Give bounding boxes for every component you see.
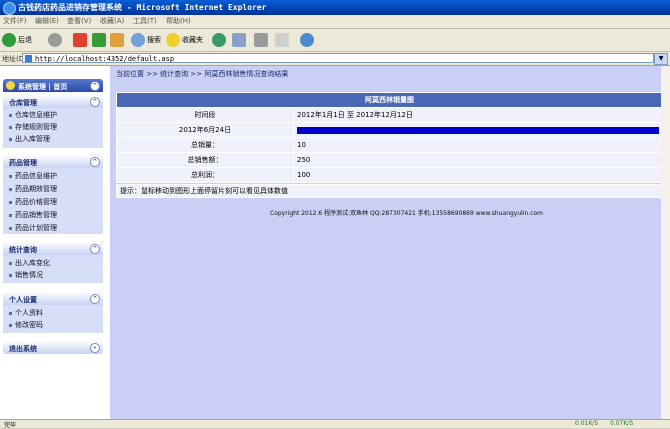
main-content: 当前位置 >> 统计查询 >> 阿莫西林销售情况查询结果 阿莫西林销量图 时间段… (110, 66, 670, 419)
scrollbar[interactable] (661, 66, 670, 419)
table-header-row: 阿莫西林销量图 (116, 92, 663, 108)
address-bar: 地址(D) http://localhost:4352/default.asp … (0, 52, 670, 66)
sidebar-top-title[interactable]: 系统管理 | 首页 (18, 82, 67, 92)
browser-viewport: 系统管理 | 首页 ^ 仓库管理 ^ 仓库信息维护 存储规则管理 出入库管理 药… (0, 66, 670, 419)
breadcrumb: 当前位置 >> 统计查询 >> 阿莫西林销售情况查询结果 (116, 70, 289, 78)
messenger-button[interactable] (300, 32, 316, 48)
mail-button[interactable] (232, 32, 248, 48)
sales-bar[interactable] (297, 126, 659, 134)
messenger-icon (300, 33, 314, 47)
table-row: 总销售额： 250 (116, 152, 663, 168)
group-header-drugs: 药品管理 ^ (3, 155, 103, 168)
row-value (293, 122, 663, 138)
sidebar-item-sales-report[interactable]: 销售情况 (9, 270, 43, 280)
history-icon (212, 33, 226, 47)
page-icon (25, 55, 32, 62)
menu-favorites[interactable]: 收藏(A) (100, 16, 124, 26)
ie-logo-icon (3, 2, 16, 15)
stop-button[interactable] (73, 32, 89, 48)
menu-tools[interactable]: 工具(T) (133, 16, 157, 26)
table-row: 时间段 2012年1月1日 至 2012年12月12日 (116, 107, 663, 123)
group-header-personal: 个人设置 ^ (3, 292, 103, 305)
star-icon (166, 33, 180, 47)
group-body-stats: 出入库变化 销售情况 (3, 255, 103, 283)
sidebar-item-drug-plan[interactable]: 药品计划管理 (9, 223, 57, 233)
net-up-speed: 0.07K/S (610, 420, 634, 427)
group-body-warehouse: 仓库信息维护 存储规则管理 出入库管理 (3, 108, 103, 148)
net-down-speed: 0.01K/S (575, 420, 599, 427)
favorites-button[interactable]: 收藏夹 (166, 32, 203, 48)
sidebar-item-storage-rules[interactable]: 存储规则管理 (9, 122, 57, 132)
home-button[interactable] (110, 32, 126, 48)
collapse-icon[interactable]: ^ (90, 294, 100, 304)
sidebar-item-drug-info[interactable]: 药品信息维护 (9, 171, 57, 181)
collapse-icon[interactable]: ^ (90, 97, 100, 107)
status-text: 完毕 (4, 422, 17, 429)
collapse-icon[interactable]: ^ (90, 157, 100, 167)
search-button[interactable]: 搜索 (131, 32, 161, 48)
row-value: 2012年1月1日 至 2012年12月12日 (293, 107, 663, 123)
history-button[interactable] (212, 32, 228, 48)
print-button[interactable] (254, 32, 270, 48)
edit-icon (275, 33, 289, 47)
table-title: 阿莫西林销量图 (116, 92, 663, 108)
group-body-personal: 个人资料 修改密码 (3, 305, 103, 333)
refresh-button[interactable] (92, 32, 108, 48)
logout-link[interactable]: 退出系统 (9, 344, 37, 354)
menu-file[interactable]: 文件(F) (3, 16, 27, 26)
sidebar-item-drug-sales[interactable]: 药品销售管理 (9, 210, 57, 220)
table-row: 总销量： 10 (116, 137, 663, 153)
logout-bar[interactable]: 退出系统 « (3, 341, 103, 354)
row-label: 总销售额： (116, 152, 294, 168)
table-row: 总利润： 100 (116, 167, 663, 183)
window-title: 古钱药店药品进销存管理系统 - Microsoft Internet Explo… (18, 3, 267, 12)
double-chevron-icon[interactable]: « (90, 343, 100, 353)
sidebar-item-change-password[interactable]: 修改密码 (9, 320, 43, 330)
sales-report-table: 阿莫西林销量图 时间段 2012年1月1日 至 2012年12月12日 2012… (116, 92, 663, 183)
row-value: 100 (293, 167, 663, 183)
row-label: 时间段 (116, 107, 294, 123)
forward-button[interactable] (48, 32, 64, 48)
sidebar-item-inout[interactable]: 出入库管理 (9, 134, 50, 144)
table-row: 2012年6月24日 (116, 122, 663, 138)
sidebar-top-header: 系统管理 | 首页 ^ (3, 79, 103, 92)
group-body-drugs: 药品信息维护 药品期效管理 药品价格管理 药品销售管理 药品计划管理 (3, 168, 103, 234)
window-title-bar: 古钱药店药品进销存管理系统 - Microsoft Internet Explo… (0, 0, 670, 15)
search-icon (131, 33, 145, 47)
row-value: 250 (293, 152, 663, 168)
address-dropdown-button[interactable]: ▼ (654, 53, 668, 65)
group-header-stats: 统计查询 ^ (3, 242, 103, 255)
back-arrow-icon (2, 33, 16, 47)
menu-edit[interactable]: 编辑(E) (35, 16, 59, 26)
sidebar-item-profile[interactable]: 个人资料 (9, 308, 43, 318)
menu-view[interactable]: 查看(V) (67, 16, 91, 26)
row-label: 2012年6月24日 (116, 122, 294, 138)
mail-icon (232, 33, 246, 47)
sidebar-item-drug-price[interactable]: 药品价格管理 (9, 197, 57, 207)
print-icon (254, 33, 268, 47)
tip-text: 提示：鼠标移动到图形上面停留片刻可以看见具体数值 (116, 184, 663, 198)
address-input[interactable]: http://localhost:4352/default.asp (22, 53, 654, 63)
menu-bar: 文件(F) 编辑(E) 查看(V) 收藏(A) 工具(T) 帮助(H) (0, 15, 670, 29)
check-icon (6, 81, 15, 90)
sidebar-item-drug-expiry[interactable]: 药品期效管理 (9, 184, 57, 194)
row-value: 10 (293, 137, 663, 153)
row-label: 总利润： (116, 167, 294, 183)
sidebar-item-inout-changes[interactable]: 出入库变化 (9, 258, 50, 268)
refresh-icon (92, 33, 106, 47)
menu-help[interactable]: 帮助(H) (166, 16, 191, 26)
back-button[interactable]: 后退 (2, 32, 32, 48)
stop-icon (73, 33, 87, 47)
group-header-warehouse: 仓库管理 ^ (3, 95, 103, 108)
edit-button[interactable] (275, 32, 291, 48)
collapse-icon[interactable]: ^ (90, 244, 100, 254)
sidebar-item-warehouse-info[interactable]: 仓库信息维护 (9, 110, 57, 120)
forward-arrow-icon (48, 33, 62, 47)
collapse-icon[interactable]: ^ (90, 81, 100, 91)
home-icon (110, 33, 124, 47)
copyright: Copyright 2012.6 程序测试:双鱼林 QQ:287307421 手… (270, 210, 544, 217)
row-label: 总销量： (116, 137, 294, 153)
toolbar: 后退 搜索 收藏夹 (0, 29, 670, 52)
sidebar: 系统管理 | 首页 ^ 仓库管理 ^ 仓库信息维护 存储规则管理 出入库管理 药… (0, 66, 110, 419)
